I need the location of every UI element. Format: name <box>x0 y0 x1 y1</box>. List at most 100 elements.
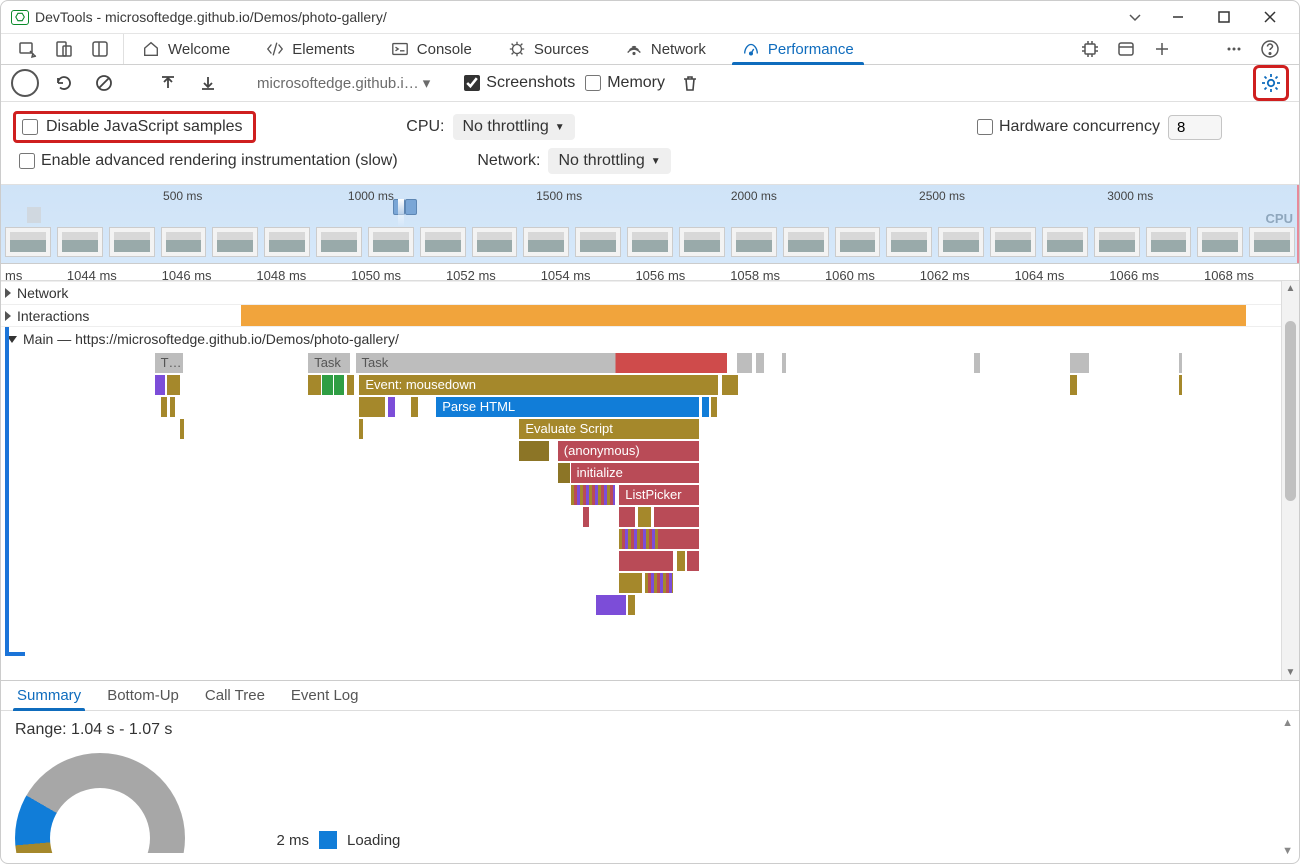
flame-frag[interactable] <box>519 441 548 461</box>
hardware-concurrency-checkbox[interactable]: Hardware concurrency <box>977 118 1160 136</box>
overview-selection-handles[interactable] <box>393 199 417 217</box>
flame-frag[interactable] <box>411 397 419 417</box>
flame-frag[interactable] <box>359 397 385 417</box>
flame-frag[interactable] <box>654 507 699 527</box>
flame-frag[interactable] <box>619 507 634 527</box>
flame-frag[interactable] <box>619 573 642 593</box>
flame-frag[interactable] <box>1179 353 1183 373</box>
flame-frag[interactable] <box>161 397 167 417</box>
flame-chart-area[interactable]: Network Interactions Main — https://micr… <box>1 281 1281 680</box>
interactions-track[interactable]: Interactions <box>1 304 1281 326</box>
disable-js-samples-checkbox[interactable]: Disable JavaScript samples <box>13 111 256 143</box>
vertical-scrollbar[interactable]: ▲ ▼ <box>1281 281 1299 680</box>
flame-frag[interactable] <box>756 353 764 373</box>
expand-icon[interactable] <box>5 288 11 298</box>
minimize-button[interactable] <box>1155 1 1201 33</box>
overview-handle-right[interactable] <box>405 199 417 215</box>
scroll-down-icon[interactable]: ▼ <box>1282 667 1299 678</box>
screenshots-checkbox-input[interactable] <box>464 75 480 91</box>
flame-frag[interactable] <box>702 397 708 417</box>
flame-frag[interactable] <box>322 375 332 395</box>
flame-frag[interactable] <box>628 595 634 615</box>
flame-task[interactable]: Task <box>356 353 727 373</box>
flame-frag[interactable] <box>645 573 673 593</box>
scrollbar-thumb[interactable] <box>1285 321 1296 501</box>
tab-bottom-up[interactable]: Bottom-Up <box>105 681 181 710</box>
tab-call-tree[interactable]: Call Tree <box>203 681 267 710</box>
flame-task[interactable]: T… <box>155 353 183 373</box>
flame-frag[interactable] <box>167 375 180 395</box>
panel-layout-icon[interactable] <box>1111 34 1141 64</box>
flame-frag[interactable] <box>180 419 184 439</box>
close-button[interactable] <box>1247 1 1293 33</box>
record-button[interactable] <box>11 69 39 97</box>
flame-frag[interactable] <box>347 375 355 395</box>
help-icon[interactable] <box>1255 34 1285 64</box>
tab-elements[interactable]: Elements <box>248 34 373 64</box>
upload-profile-icon[interactable] <box>153 68 183 98</box>
memory-chip-icon[interactable] <box>1075 34 1105 64</box>
time-ruler[interactable]: ms 1044 ms 1046 ms 1048 ms 1050 ms 1052 … <box>1 264 1299 281</box>
flame-frag[interactable] <box>619 529 657 549</box>
enable-advanced-rendering-input[interactable] <box>19 153 35 169</box>
flame-frag[interactable] <box>619 551 673 571</box>
hardware-concurrency-field[interactable] <box>1168 115 1222 140</box>
flame-frag[interactable] <box>155 375 165 395</box>
overview-timeline[interactable]: 500 ms 1000 ms 1500 ms 2000 ms 2500 ms 3… <box>1 185 1299 264</box>
tab-network[interactable]: Network <box>607 34 724 64</box>
flame-frag[interactable] <box>388 397 396 417</box>
maximize-button[interactable] <box>1201 1 1247 33</box>
hardware-concurrency-input[interactable] <box>977 119 993 135</box>
host-selector[interactable]: microsoftedge.github.i… ▾ <box>257 74 430 92</box>
flame-frag[interactable] <box>308 375 321 395</box>
enable-advanced-rendering-checkbox[interactable]: Enable advanced rendering instrumentatio… <box>13 152 398 170</box>
flame-task[interactable]: Task <box>308 353 350 373</box>
flame-frag[interactable] <box>974 353 980 373</box>
clear-button[interactable] <box>89 68 119 98</box>
more-menu-icon[interactable] <box>1219 34 1249 64</box>
tab-performance[interactable]: Performance <box>724 34 872 64</box>
disable-js-samples-input[interactable] <box>22 119 38 135</box>
flame-anonymous[interactable]: (anonymous) <box>558 441 699 461</box>
tab-console[interactable]: Console <box>373 34 490 64</box>
cpu-throttling-select[interactable]: No throttling ▼ <box>453 114 575 140</box>
download-profile-icon[interactable] <box>193 68 223 98</box>
flame-frag[interactable] <box>1070 353 1089 373</box>
memory-checkbox-input[interactable] <box>585 75 601 91</box>
trash-button[interactable] <box>675 68 705 98</box>
flame-frag[interactable] <box>1070 375 1078 395</box>
flame-frag[interactable] <box>571 485 616 505</box>
memory-checkbox[interactable]: Memory <box>585 74 665 92</box>
flame-frag[interactable] <box>334 375 344 395</box>
expand-icon[interactable] <box>5 311 11 321</box>
scroll-up-icon[interactable]: ▲ <box>1282 717 1293 729</box>
flame-frag[interactable] <box>687 551 699 571</box>
flame-initialize[interactable]: initialize <box>571 463 699 483</box>
interaction-bar[interactable] <box>241 305 1246 327</box>
flame-frag[interactable] <box>170 397 175 417</box>
network-track[interactable]: Network <box>1 281 1281 304</box>
flame-frag[interactable] <box>638 507 651 527</box>
flame-frag[interactable] <box>711 397 716 417</box>
add-tab-icon[interactable] <box>1147 34 1177 64</box>
flame-frag[interactable] <box>677 551 685 571</box>
flame-frag[interactable] <box>359 419 363 439</box>
flame-frag[interactable] <box>1179 375 1183 395</box>
settings-gear-icon[interactable] <box>1253 65 1289 101</box>
tab-welcome[interactable]: Welcome <box>124 34 248 64</box>
flame-frag[interactable] <box>596 595 625 615</box>
tab-sources[interactable]: Sources <box>490 34 607 64</box>
chevron-down-icon[interactable] <box>1115 9 1155 25</box>
flame-frag[interactable] <box>737 353 752 373</box>
flame-frag[interactable] <box>722 375 739 395</box>
flame-chart[interactable]: T… Task Task Event: mousedown <box>1 353 1281 653</box>
flame-event-mousedown[interactable]: Event: mousedown <box>359 375 717 395</box>
flame-frag[interactable] <box>782 353 786 373</box>
tab-summary[interactable]: Summary <box>15 681 83 710</box>
main-track[interactable]: Main — https://microsoftedge.github.io/D… <box>1 326 1281 656</box>
flame-parse-html[interactable]: Parse HTML <box>436 397 698 417</box>
screenshots-checkbox[interactable]: Screenshots <box>464 74 575 92</box>
flame-frag[interactable] <box>558 463 570 483</box>
flame-evaluate-script[interactable]: Evaluate Script <box>519 419 698 439</box>
reload-button[interactable] <box>49 68 79 98</box>
